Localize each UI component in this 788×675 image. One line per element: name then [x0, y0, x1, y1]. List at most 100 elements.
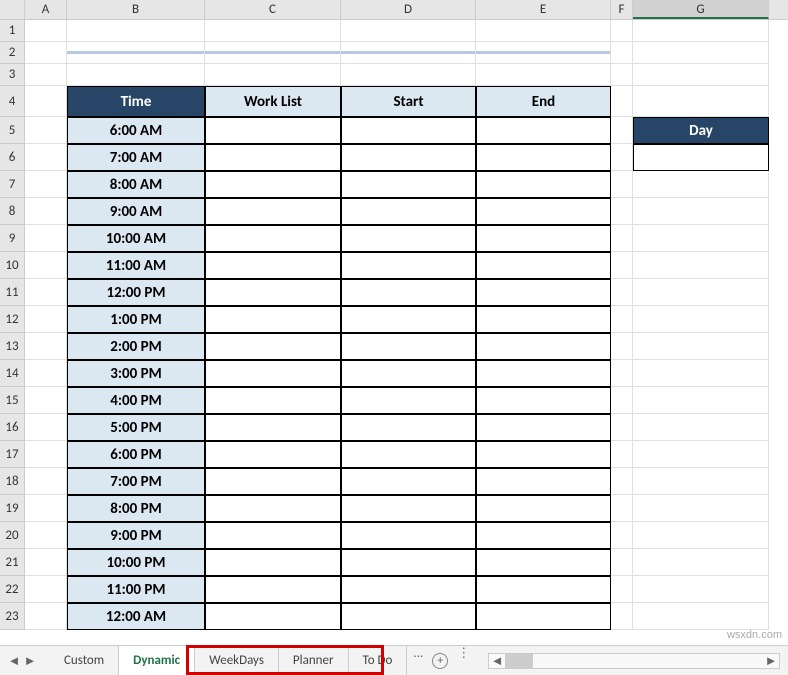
table-cell[interactable] [341, 360, 476, 387]
cell-G8[interactable] [633, 198, 769, 225]
cell-A2[interactable] [25, 42, 67, 64]
table-cell[interactable] [341, 495, 476, 522]
col-header-E[interactable]: E [476, 0, 611, 19]
cell-G12[interactable] [633, 306, 769, 333]
table-cell[interactable] [476, 333, 611, 360]
cell-G16[interactable] [633, 414, 769, 441]
table-cell[interactable] [341, 522, 476, 549]
cell-A22[interactable] [25, 576, 67, 603]
table-cell[interactable] [341, 252, 476, 279]
cell-F22[interactable] [611, 576, 633, 603]
cell-A16[interactable] [25, 414, 67, 441]
table-cell[interactable] [341, 441, 476, 468]
cell-G1[interactable] [633, 20, 769, 42]
cell-G7[interactable] [633, 171, 769, 198]
table-cell[interactable] [476, 522, 611, 549]
cell-F7[interactable] [611, 171, 633, 198]
cell-G15[interactable] [633, 387, 769, 414]
col-header-C[interactable]: C [205, 0, 341, 19]
time-cell[interactable]: 9:00 PM [67, 522, 205, 549]
table-cell[interactable] [476, 468, 611, 495]
cell-C2[interactable] [205, 42, 341, 64]
row-header-10[interactable]: 10 [0, 252, 25, 279]
table-cell[interactable] [205, 495, 341, 522]
cell-A8[interactable] [25, 198, 67, 225]
header-start[interactable]: Start [341, 86, 476, 117]
table-cell[interactable] [205, 387, 341, 414]
time-cell[interactable]: 11:00 PM [67, 576, 205, 603]
cell-A3[interactable] [25, 64, 67, 86]
row-header-17[interactable]: 17 [0, 441, 25, 468]
time-cell[interactable]: 12:00 AM [67, 603, 205, 630]
col-header-B[interactable]: B [67, 0, 205, 19]
table-cell[interactable] [205, 306, 341, 333]
cell-G4[interactable] [633, 86, 769, 117]
table-cell[interactable] [341, 387, 476, 414]
table-cell[interactable] [205, 252, 341, 279]
table-cell[interactable] [341, 468, 476, 495]
cell-F1[interactable] [611, 20, 633, 42]
table-cell[interactable] [341, 549, 476, 576]
row-header-11[interactable]: 11 [0, 279, 25, 306]
time-cell[interactable]: 8:00 PM [67, 495, 205, 522]
cell-F21[interactable] [611, 549, 633, 576]
scroll-track[interactable] [505, 654, 763, 668]
cell-F12[interactable] [611, 306, 633, 333]
cell-A21[interactable] [25, 549, 67, 576]
cell-F11[interactable] [611, 279, 633, 306]
table-cell[interactable] [476, 387, 611, 414]
table-cell[interactable] [205, 360, 341, 387]
table-cell[interactable] [205, 171, 341, 198]
horizontal-scrollbar[interactable]: ◄ ► [488, 653, 780, 669]
cell-F3[interactable] [611, 64, 633, 86]
table-cell[interactable] [341, 603, 476, 630]
time-cell[interactable]: 11:00 AM [67, 252, 205, 279]
col-header-A[interactable]: A [25, 0, 67, 19]
table-cell[interactable] [205, 468, 341, 495]
table-cell[interactable] [476, 306, 611, 333]
table-cell[interactable] [476, 225, 611, 252]
row-header-15[interactable]: 15 [0, 387, 25, 414]
table-cell[interactable] [476, 117, 611, 144]
cell-D3[interactable] [341, 64, 476, 86]
cell-A1[interactable] [25, 20, 67, 42]
cell-E2[interactable] [476, 42, 611, 64]
cell-G11[interactable] [633, 279, 769, 306]
cell-A4[interactable] [25, 86, 67, 117]
cell-E3[interactable] [476, 64, 611, 86]
tab-planner[interactable]: Planner [279, 646, 349, 675]
cell-D2[interactable] [341, 42, 476, 64]
header-end[interactable]: End [476, 86, 611, 117]
cell-D1[interactable] [341, 20, 476, 42]
row-header-19[interactable]: 19 [0, 495, 25, 522]
time-cell[interactable]: 3:00 PM [67, 360, 205, 387]
row-header-13[interactable]: 13 [0, 333, 25, 360]
time-cell[interactable]: 1:00 PM [67, 306, 205, 333]
cell-A11[interactable] [25, 279, 67, 306]
table-cell[interactable] [476, 198, 611, 225]
cell-G19[interactable] [633, 495, 769, 522]
cell-G13[interactable] [633, 333, 769, 360]
time-cell[interactable]: 4:00 PM [67, 387, 205, 414]
cell-A14[interactable] [25, 360, 67, 387]
cell-G20[interactable] [633, 522, 769, 549]
cell-A19[interactable] [25, 495, 67, 522]
cell-A9[interactable] [25, 225, 67, 252]
cell-F23[interactable] [611, 603, 633, 630]
cell-A5[interactable] [25, 117, 67, 144]
tabs-overflow[interactable]: ... [407, 646, 429, 675]
time-cell[interactable]: 6:00 AM [67, 117, 205, 144]
cell-E1[interactable] [476, 20, 611, 42]
cell-F6[interactable] [611, 144, 633, 171]
time-cell[interactable]: 10:00 AM [67, 225, 205, 252]
cell-A17[interactable] [25, 441, 67, 468]
cell-A12[interactable] [25, 306, 67, 333]
tab-weekdays[interactable]: WeekDays [195, 646, 279, 675]
time-cell[interactable]: 7:00 PM [67, 468, 205, 495]
cell-F14[interactable] [611, 360, 633, 387]
table-cell[interactable] [205, 279, 341, 306]
time-cell[interactable]: 9:00 AM [67, 198, 205, 225]
col-header-D[interactable]: D [341, 0, 476, 19]
cell-F5[interactable] [611, 117, 633, 144]
table-cell[interactable] [341, 144, 476, 171]
